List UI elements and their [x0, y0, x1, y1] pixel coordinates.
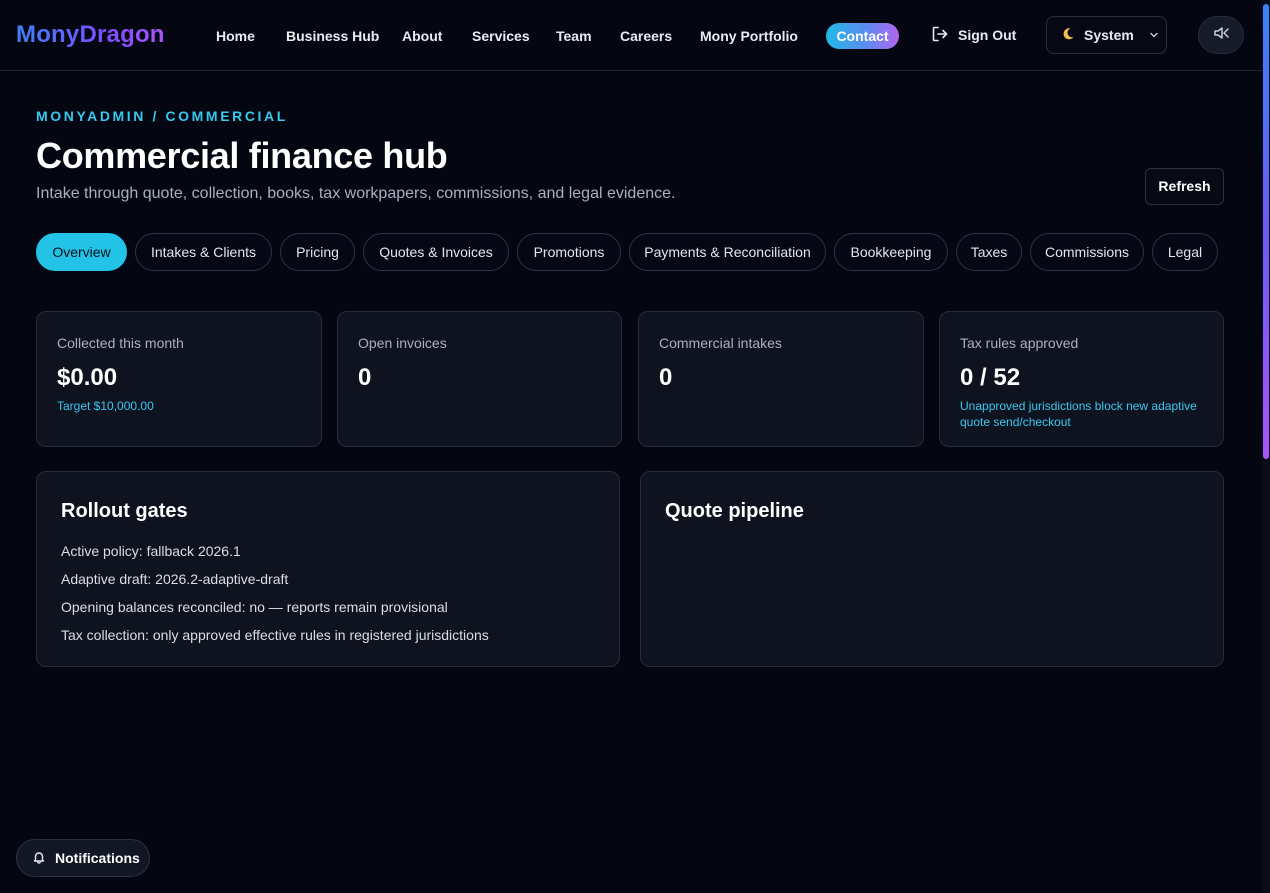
theme-select-value: System [1084, 27, 1134, 43]
page-subtitle: Intake through quote, collection, books,… [36, 185, 676, 202]
stat-card-open-invoices: Open invoices 0 [337, 311, 622, 447]
tab-pricing[interactable]: Pricing [280, 233, 355, 271]
bell-icon [32, 850, 46, 867]
stat-label: Open invoices [358, 335, 447, 351]
page-title: Commercial finance hub [36, 135, 448, 176]
stat-value: 0 / 52 [960, 364, 1021, 391]
notifications-button[interactable]: Notifications [16, 839, 150, 877]
rollout-line: Tax collection: only approved effective … [61, 627, 489, 643]
rollout-line: Opening balances reconciled: no — report… [61, 599, 448, 615]
stat-card-tax-rules: Tax rules approved 0 / 52 Unapproved jur… [939, 311, 1224, 447]
tab-bookkeeping[interactable]: Bookkeeping [834, 233, 948, 271]
refresh-button[interactable]: Refresh [1145, 168, 1224, 205]
rollout-line: Adaptive draft: 2026.2-adaptive-draft [61, 571, 289, 587]
nav-link-about[interactable]: About [402, 27, 442, 45]
notifications-label: Notifications [55, 850, 140, 866]
sign-out-label: Sign Out [958, 27, 1017, 43]
tab-commissions[interactable]: Commissions [1030, 233, 1144, 271]
tab-promotions[interactable]: Promotions [517, 233, 621, 271]
tab-payments-reconciliation[interactable]: Payments & Reconciliation [629, 233, 826, 271]
logout-icon [931, 25, 949, 46]
nav-link-services[interactable]: Services [472, 27, 530, 45]
stat-label: Tax rules approved [960, 335, 1079, 351]
stat-note: Unapproved jurisdictions block new adapt… [960, 399, 1197, 429]
stat-value: $0.00 [57, 364, 118, 391]
top-nav: MonyDragon Home Business Hub About Servi… [0, 0, 1262, 71]
contact-button[interactable]: Contact [826, 23, 899, 49]
tab-intakes-clients[interactable]: Intakes & Clients [135, 233, 272, 271]
stat-card-collected: Collected this month $0.00 Target $10,00… [36, 311, 322, 447]
speaker-mute-icon [1212, 24, 1230, 47]
stat-note: Target $10,000.00 [57, 399, 154, 413]
tab-legal[interactable]: Legal [1152, 233, 1218, 271]
sound-toggle-button[interactable] [1198, 16, 1244, 54]
nav-link-team[interactable]: Team [556, 27, 592, 45]
stat-value: 0 [358, 364, 372, 391]
quote-pipeline-panel: Quote pipeline [640, 471, 1224, 667]
tab-overview[interactable]: Overview [36, 233, 127, 271]
tab-quotes-invoices[interactable]: Quotes & Invoices [363, 233, 509, 271]
panel-title: Rollout gates [61, 500, 188, 522]
page-scrollbar[interactable] [1262, 0, 1270, 893]
breadcrumb: MONYADMIN / COMMERCIAL [36, 108, 288, 124]
nav-link-business-hub[interactable]: Business Hub [286, 27, 379, 45]
panel-title: Quote pipeline [665, 500, 804, 522]
sign-out-button[interactable]: Sign Out [931, 25, 1016, 45]
rollout-gates-panel: Rollout gates Active policy: fallback 20… [36, 471, 620, 667]
stat-label: Commercial intakes [659, 335, 782, 351]
moon-icon [1061, 27, 1075, 44]
stat-value: 0 [659, 364, 673, 391]
brand-logo[interactable]: MonyDragon [16, 20, 165, 50]
stat-card-commercial-intakes: Commercial intakes 0 [638, 311, 924, 447]
stat-label: Collected this month [57, 335, 184, 351]
theme-select[interactable]: System [1046, 16, 1167, 54]
rollout-line: Active policy: fallback 2026.1 [61, 543, 241, 559]
scrollbar-thumb[interactable] [1263, 4, 1269, 459]
chevron-down-icon [1149, 27, 1159, 43]
nav-link-careers[interactable]: Careers [620, 27, 672, 45]
nav-link-home[interactable]: Home [216, 27, 255, 45]
page: MonyDragon Home Business Hub About Servi… [0, 0, 1270, 893]
nav-link-mony-portfolio[interactable]: Mony Portfolio [700, 27, 798, 45]
tab-taxes[interactable]: Taxes [956, 233, 1022, 271]
